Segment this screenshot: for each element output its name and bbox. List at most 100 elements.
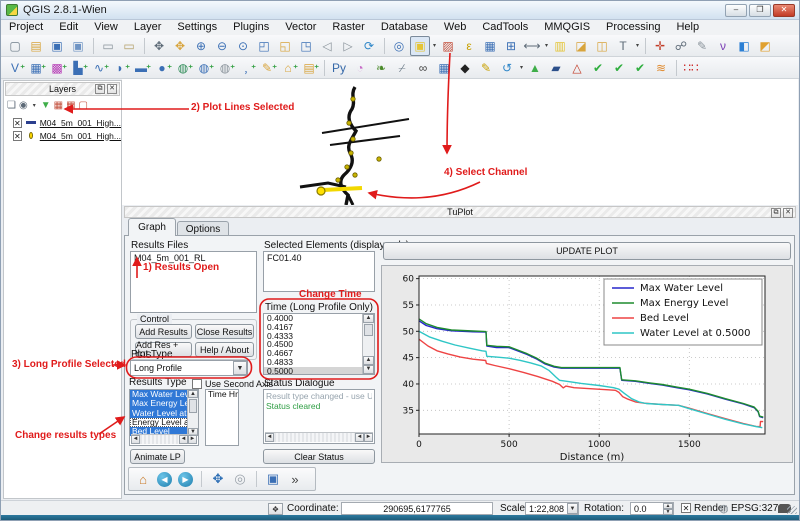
plot-type-dropdown-icon[interactable]: ▼: [233, 361, 247, 375]
maximize-button[interactable]: ❐: [749, 4, 771, 17]
results-type-vscroll[interactable]: ▲ ▼: [187, 390, 198, 436]
results-type-item[interactable]: Max Water Level: [130, 390, 187, 399]
add-mssql-layer-button[interactable]: ◗: [110, 58, 130, 78]
results-type-item[interactable]: Max Energy Level: [130, 399, 187, 408]
menu-database[interactable]: Database: [373, 20, 436, 35]
use-second-axis-checkbox[interactable]: [192, 379, 202, 389]
polygon-green-tool-button[interactable]: ▲: [525, 58, 545, 78]
layer-checkbox[interactable]: ✕: [13, 118, 22, 128]
attribute-table-button[interactable]: ▦: [480, 36, 500, 56]
mmqgis-edit-button[interactable]: ◩: [755, 36, 775, 56]
openlayers-plugin-button[interactable]: ❧: [371, 58, 391, 78]
save-project-button[interactable]: ▣: [47, 36, 67, 56]
rotation-spinner[interactable]: 0.0 ▲ ▼: [630, 502, 674, 515]
update-plot-button[interactable]: UPDATE PLOT: [383, 242, 791, 260]
menu-layer[interactable]: Layer: [126, 20, 170, 35]
scale-combo[interactable]: 1:22,808 ▼: [525, 502, 579, 515]
nav-back-button[interactable]: ◀: [157, 472, 172, 487]
menu-processing[interactable]: Processing: [598, 20, 668, 35]
new-bookmark-button[interactable]: ◪: [571, 36, 591, 56]
menu-web[interactable]: Web: [436, 20, 474, 35]
text-annotation-dropdown-icon[interactable]: ▾: [634, 42, 641, 49]
select-by-expression-button[interactable]: ε: [459, 36, 479, 56]
close-results-button[interactable]: Close Results: [195, 324, 254, 339]
search-binoculars-button[interactable]: ∞: [413, 58, 433, 78]
print-layer-button[interactable]: ▤: [299, 58, 319, 78]
tab-graph[interactable]: Graph: [128, 218, 176, 236]
zoom-native-button[interactable]: ⊙: [233, 36, 253, 56]
menu-cadtools[interactable]: CadTools: [474, 20, 536, 35]
pan-to-selection-button[interactable]: ✥: [170, 36, 190, 56]
coordinate-input[interactable]: 290695,6177765: [341, 502, 493, 515]
field-calculator-button[interactable]: ⊞: [501, 36, 521, 56]
results-type-hscroll[interactable]: ◄ ◄►: [131, 434, 197, 444]
layer-item-0[interactable]: ✕M04_5m_001_High...: [4, 116, 121, 129]
nav-save-figure-button[interactable]: ▣: [263, 470, 283, 488]
scale-dropdown-icon[interactable]: ▼: [567, 503, 578, 514]
status-dialogue-box[interactable]: Result type changed - use Update Plot tS…: [263, 389, 375, 444]
select-features-button[interactable]: ▣: [410, 36, 430, 56]
coordinate-toggle-icon[interactable]: ❖: [268, 503, 283, 515]
polygon-blue-tool-button[interactable]: ▰: [546, 58, 566, 78]
new-project-button[interactable]: ▢: [5, 36, 25, 56]
tuplot-close-icon[interactable]: ✕: [783, 208, 793, 218]
measure-button[interactable]: ⟷: [522, 36, 542, 56]
menu-mmqgis[interactable]: MMQGIS: [536, 20, 598, 35]
plugin-installer-button[interactable]: ◔: [350, 58, 370, 78]
nav-forward-button[interactable]: ▶: [178, 472, 193, 487]
mmqgis-geometry-button[interactable]: ◧: [734, 36, 754, 56]
grid-tool-button[interactable]: ▦: [434, 58, 454, 78]
layer-item-1[interactable]: ✕M04_5m_001_High...: [4, 129, 121, 142]
add-oracle-layer-button[interactable]: ▬: [131, 58, 151, 78]
zoom-full-button[interactable]: ◰: [254, 36, 274, 56]
layer-checkbox[interactable]: ✕: [13, 131, 22, 141]
python-console-button[interactable]: Py: [329, 58, 349, 78]
osm-place-search-button[interactable]: ⌂: [278, 58, 298, 78]
composer-manager-button[interactable]: ▭: [119, 36, 139, 56]
crs-globe-icon[interactable]: ◍: [719, 502, 729, 515]
menu-help[interactable]: Help: [668, 20, 707, 35]
tuplot-float-icon[interactable]: ⧉: [771, 208, 781, 218]
rotation-spin-buttons[interactable]: ▲ ▼: [663, 503, 673, 515]
time-item[interactable]: 0.5000: [264, 367, 362, 375]
filter-legend-icon[interactable]: ▼: [41, 100, 51, 111]
results-files-list[interactable]: M04_5m_001_RL: [130, 251, 257, 313]
add-results-button[interactable]: Add Results: [135, 324, 192, 339]
nav-zoom-rect-button[interactable]: ◎: [230, 470, 250, 488]
streaks-tool-button[interactable]: ≋: [651, 58, 671, 78]
menu-edit[interactable]: Edit: [51, 20, 86, 35]
zoom-to-selection-button[interactable]: ◱: [275, 36, 295, 56]
time-vscroll[interactable]: ▲ ▲ ▼: [362, 314, 374, 374]
nav-pan-button[interactable]: ✥: [208, 470, 228, 488]
tab-options[interactable]: Options: [177, 221, 229, 236]
add-wms-layer-button[interactable]: ▩: [47, 58, 67, 78]
nav-more-button[interactable]: »: [285, 470, 305, 488]
menu-plugins[interactable]: Plugins: [225, 20, 277, 35]
menu-view[interactable]: View: [86, 20, 126, 35]
zoom-in-button[interactable]: ⊕: [191, 36, 211, 56]
digitize-pencil-button[interactable]: ✎: [476, 58, 496, 78]
results-type-item[interactable]: Energy Level at Time: [130, 418, 187, 427]
save-project-as-button[interactable]: ▣: [68, 36, 88, 56]
undo-tool-button[interactable]: ↺: [497, 58, 517, 78]
select-features-dropdown-icon[interactable]: ▾: [431, 42, 438, 49]
plot-type-combo[interactable]: Long Profile ▼: [130, 360, 248, 376]
zoom-last-button[interactable]: ◁: [317, 36, 337, 56]
zoom-out-button[interactable]: ⊖: [212, 36, 232, 56]
layers-close-icon[interactable]: ✕: [107, 84, 117, 94]
deselect-features-button[interactable]: ▨: [438, 36, 458, 56]
cad-snap-button[interactable]: ☍: [671, 36, 691, 56]
expand-tree-icon[interactable]: ▦: [54, 100, 63, 111]
collapse-tree-icon[interactable]: ▦: [66, 100, 75, 111]
zoom-next-button[interactable]: ▷: [338, 36, 358, 56]
menu-raster[interactable]: Raster: [324, 20, 372, 35]
map-canvas[interactable]: [122, 79, 798, 205]
animate-lp-button[interactable]: Animate LP: [130, 449, 185, 464]
nav-home-button[interactable]: ⌂: [133, 470, 153, 488]
new-shapefile-button[interactable]: ✎: [257, 58, 277, 78]
menu-project[interactable]: Project: [1, 20, 51, 35]
text-annotation-button[interactable]: T: [613, 36, 633, 56]
vector-field-tool-button[interactable]: ν: [713, 36, 733, 56]
resize-grip[interactable]: [787, 506, 797, 514]
add-wcs-layer-button[interactable]: ◍: [173, 58, 193, 78]
